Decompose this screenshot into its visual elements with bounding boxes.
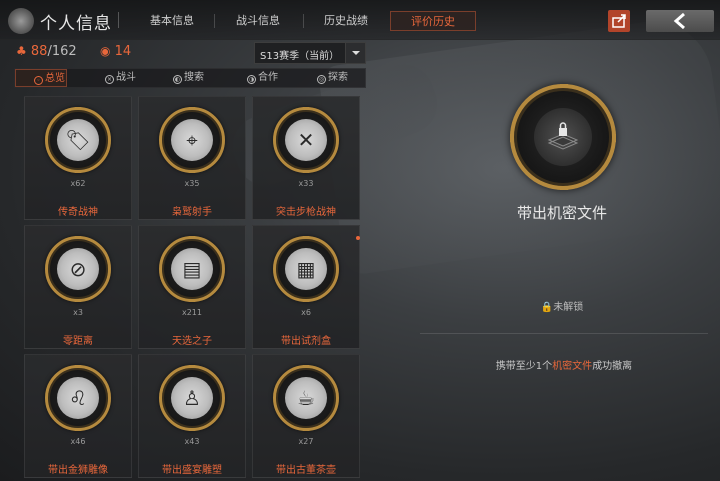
achievement-count: x43 — [184, 437, 200, 446]
filter-search[interactable]: ◐ 搜索 — [173, 69, 204, 87]
achievement-name: 带出古董茶壶 — [276, 465, 336, 476]
medal-frame: ☕ — [273, 365, 339, 431]
achievement-card[interactable]: ▦ x6 带出试剂盒 — [252, 225, 360, 349]
chevron-down-icon — [345, 43, 365, 63]
achievement-count: x46 — [70, 437, 86, 446]
detail-divider — [420, 333, 708, 334]
medal-frame: 🏷 — [45, 107, 111, 173]
profile-logo-icon — [8, 8, 34, 34]
medal-frame: ⊘ — [45, 236, 111, 302]
share-icon — [612, 14, 626, 28]
filter-label: 搜索 — [184, 72, 204, 83]
condition-prefix: 携带至少1个 — [495, 361, 553, 372]
achievement-card[interactable]: ♙ x43 带出盛宴雕塑 — [138, 354, 246, 478]
medal-frame: ♌ — [45, 365, 111, 431]
achievement-name: 天选之子 — [172, 336, 212, 347]
achievement-name: 带出试剂盒 — [281, 336, 331, 347]
medal-count-current: 88 — [30, 44, 48, 59]
compass-icon: ◎ — [317, 75, 326, 84]
medal-count: ♣ 88/162 — [16, 44, 77, 59]
achievement-name: 带出盛宴雕塑 — [162, 465, 222, 476]
condition-highlight: 机密文件 — [552, 361, 593, 372]
back-arrow-icon — [673, 12, 685, 30]
tab-battle-info[interactable]: 战斗信息 — [228, 11, 288, 31]
rifles-icon: ✕ — [285, 119, 327, 161]
achievement-card[interactable]: ☕ x27 带出古董茶壶 — [252, 354, 360, 478]
back-button[interactable] — [646, 10, 714, 32]
filter-label: 探索 — [328, 72, 348, 83]
tab-divider — [214, 14, 215, 28]
achievement-count: x27 — [298, 437, 314, 446]
lock-status-text: 未解锁 — [553, 302, 584, 313]
detail-title: 带出机密文件 — [516, 204, 607, 222]
tab-basic-info[interactable]: 基本信息 — [142, 11, 202, 31]
achievement-name: 传奇战神 — [58, 207, 98, 218]
share-button[interactable] — [608, 10, 630, 32]
cash-stack-icon: ▤ — [171, 248, 213, 290]
crosshair-soldier-icon: ⌖ — [171, 119, 213, 161]
title-divider — [118, 12, 119, 28]
achievement-card[interactable]: ▤ x211 天选之子 — [138, 225, 246, 349]
medal-count-total: /162 — [47, 44, 77, 59]
view-count-value: 14 — [114, 44, 132, 59]
eye-icon: ◉ — [100, 44, 111, 58]
crossed-swords-icon: × — [105, 75, 114, 84]
achievement-card[interactable]: ✕ x33 突击步枪战神 — [252, 96, 360, 220]
achievement-name: 突击步枪战神 — [276, 207, 336, 218]
view-count: ◉ 14 — [100, 44, 131, 59]
lock-icon: 🔒 — [540, 302, 554, 313]
medal-frame: ▤ — [159, 236, 225, 302]
selected-medal — [510, 84, 616, 190]
filter-tabs: ◦ 总览 × 战斗 ◐ 搜索 ◑ 合作 ◎ 探索 — [14, 68, 366, 88]
achievement-card[interactable]: 🏷 x62 传奇战神 — [24, 96, 132, 220]
achievement-count: x62 — [70, 179, 86, 188]
filter-label: 总览 — [45, 73, 65, 84]
reagent-box-icon: ▦ — [285, 248, 327, 290]
medal-frame: ♙ — [159, 365, 225, 431]
achievement-grid: 🏷 x62 传奇战神 ⌖ x35 枭鹫射手 ✕ x33 突击步枪战神 ⊘ x3 … — [24, 96, 360, 481]
achievement-card[interactable]: ⊘ x3 零距离 — [24, 225, 132, 349]
medal-frame: ✕ — [273, 107, 339, 173]
medal-frame: ▦ — [273, 236, 339, 302]
condition-suffix: 成功撤离 — [592, 361, 633, 372]
teapot-icon: ☕ — [285, 377, 327, 419]
medal-frame: ⌖ — [159, 107, 225, 173]
achievement-count: x6 — [301, 308, 311, 317]
achievement-card[interactable]: ⌖ x35 枭鹫射手 — [138, 96, 246, 220]
tab-rating-history[interactable]: 评价历史 — [390, 11, 476, 31]
achievement-card[interactable]: ♌ x46 带出金狮雕像 — [24, 354, 132, 478]
filter-cooperation[interactable]: ◑ 合作 — [247, 69, 278, 87]
season-select[interactable]: S13赛季（当前） — [254, 42, 366, 64]
filter-explore[interactable]: ◎ 探索 — [317, 69, 348, 87]
dog-tags-icon: 🏷 — [57, 119, 99, 161]
filter-label: 战斗 — [116, 72, 136, 83]
lock-status: 🔒未解锁 — [462, 298, 662, 313]
filter-battle[interactable]: × 战斗 — [105, 69, 136, 87]
achievement-count: x35 — [184, 179, 200, 188]
lion-statue-icon: ♌ — [57, 377, 99, 419]
filter-label: 合作 — [258, 72, 278, 83]
locked-document-icon — [534, 108, 592, 166]
knife-icon: ⊘ — [57, 248, 99, 290]
new-indicator-dot — [356, 236, 360, 240]
achievement-name: 零距离 — [63, 336, 93, 347]
bust-sculpture-icon: ♙ — [171, 377, 213, 419]
achievement-count: x3 — [73, 308, 83, 317]
filter-overview[interactable]: ◦ 总览 — [15, 69, 67, 87]
page-title: 个人信息 — [40, 14, 112, 34]
handshake-icon: ◑ — [247, 75, 256, 84]
overview-icon: ◦ — [34, 76, 43, 85]
medal-icon: ♣ — [16, 44, 27, 58]
achievement-count: x211 — [181, 308, 202, 317]
search-icon: ◐ — [173, 75, 182, 84]
tab-divider — [303, 14, 304, 28]
top-bar: 个人信息 基本信息 战斗信息 历史战绩 评价历史 — [0, 0, 720, 40]
unlock-condition: 携带至少1个机密文件成功撤离 — [420, 357, 708, 372]
tab-match-history[interactable]: 历史战绩 — [316, 11, 376, 31]
achievement-name: 枭鹫射手 — [172, 207, 212, 218]
achievement-count: x33 — [298, 179, 314, 188]
season-select-value: S13赛季（当前） — [260, 51, 340, 62]
achievement-name: 带出金狮雕像 — [48, 465, 108, 476]
